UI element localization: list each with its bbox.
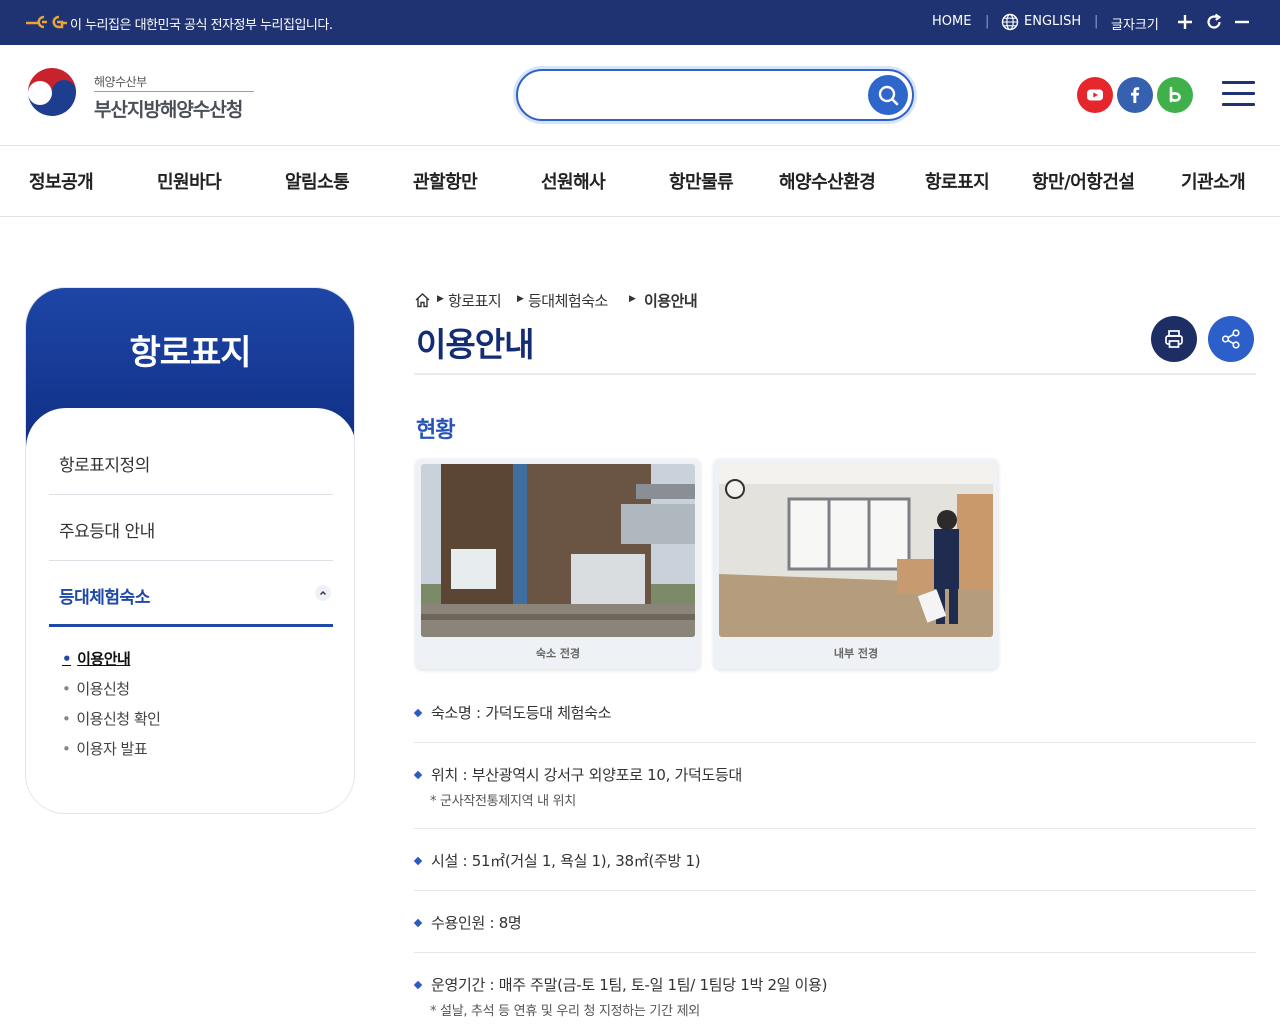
search-icon [878, 85, 899, 106]
interior-photo [719, 464, 993, 637]
main-nav: 정보공개 민원바다 알림소통 관할항만 선원해사 항만물류 해양수산환경 항로표… [0, 145, 1280, 217]
blog-button[interactable] [1157, 77, 1193, 113]
share-icon [1221, 329, 1240, 349]
info-text: 시설 : 51㎡(거실 1, 욕실 1), 38㎡(주방 1) [431, 852, 701, 870]
sub-item-check-application[interactable]: • 이용신청 확인 [62, 708, 161, 729]
print-button[interactable] [1151, 316, 1197, 362]
divider: | [1094, 14, 1099, 29]
egov-logo-icon [26, 15, 67, 29]
info-item: 시설 : 51㎡(거실 1, 욕실 1), 38㎡(주방 1) [413, 850, 1256, 891]
side-menu: 항로표지 항로표지정의 주요등대 안내 등대체험숙소 • 이용안내 • 이용신청 •… [25, 287, 355, 814]
side-item-lighthouse-stay[interactable]: 등대체험숙소 [49, 561, 333, 627]
share-button[interactable] [1208, 316, 1254, 362]
chevron-up-icon[interactable] [315, 585, 331, 601]
globe-icon [1001, 13, 1019, 31]
ministry-name: 해양수산부 [94, 75, 147, 89]
info-item: 운영기간 : 매주 주말(금-토 1팀, 토-일 1팀/ 1팀당 1박 2일 이… [413, 974, 1256, 1024]
taegeuk-emblem-icon[interactable] [24, 67, 80, 123]
sub-item-apply[interactable]: • 이용신청 [62, 678, 130, 699]
english-link[interactable]: ENGLISH [1024, 14, 1081, 29]
youtube-button[interactable] [1077, 77, 1113, 113]
side-menu-body: 항로표지정의 주요등대 안내 등대체험숙소 • 이용안내 • 이용신청 • 이용신청 … [26, 408, 354, 813]
diamond-bullet-icon [413, 918, 423, 928]
font-decrease-icon[interactable] [1233, 12, 1251, 32]
home-link[interactable]: HOME [932, 14, 971, 29]
breadcrumb-item[interactable]: 등대체험숙소 [528, 290, 608, 311]
facebook-button[interactable] [1117, 77, 1153, 113]
nav-item-marine-environment[interactable]: 해양수산환경 [779, 168, 876, 194]
info-text: 위치 : 부산광역시 강서구 외양포로 10, 가덕도등대 [431, 766, 743, 784]
nav-item-seafarers[interactable]: 선원해사 [541, 168, 606, 194]
side-menu-title: 항로표지 [129, 333, 251, 373]
breadcrumb-arrow-icon: ▶ [517, 294, 524, 304]
nav-item-construction[interactable]: 항만/어항건설 [1032, 168, 1135, 194]
info-item: 위치 : 부산광역시 강서구 외양포로 10, 가덕도등대 * 군사작전통제지역… [413, 764, 1256, 829]
blog-icon [1169, 86, 1181, 103]
facebook-icon [1131, 87, 1140, 103]
nav-item-logistics[interactable]: 항만물류 [669, 168, 734, 194]
gov-notice: 이 누리집은 대한민국 공식 전자정부 누리집입니다. [70, 18, 333, 33]
site-header: 해양수산부 부산지방해양수산청 [0, 45, 1280, 145]
nav-item-aids-to-navigation[interactable]: 항로표지 [925, 168, 990, 194]
breadcrumb-arrow-icon: ▶ [437, 294, 444, 304]
page-title: 이용안내 [416, 325, 534, 364]
side-item-label: 등대체험숙소 [59, 588, 150, 608]
menu-icon[interactable] [1222, 81, 1255, 107]
font-size-label: 글자크기 [1111, 18, 1159, 33]
info-note: * 설날, 추석 등 연휴 및 우리 청 지정하는 기간 제외 [430, 1004, 700, 1019]
search-bar [516, 69, 914, 121]
info-text: 숙소명 : 가덕도등대 체험숙소 [431, 704, 612, 722]
photo-caption: 숙소 전경 [535, 647, 581, 660]
font-increase-icon[interactable] [1176, 12, 1194, 32]
side-item-definition[interactable]: 항로표지정의 [49, 429, 333, 495]
gov-banner: 이 누리집은 대한민국 공식 전자정부 누리집입니다. HOME | ENGLI… [0, 0, 1280, 45]
home-icon[interactable] [414, 292, 431, 308]
side-item-label: 항로표지정의 [59, 456, 150, 476]
info-note: * 군사작전통제지역 내 위치 [430, 794, 576, 809]
nav-item-about[interactable]: 기관소개 [1181, 168, 1246, 194]
breadcrumb-item[interactable]: 항로표지 [448, 290, 502, 311]
youtube-icon [1087, 89, 1103, 101]
breadcrumb-arrow-icon: ▶ [629, 294, 636, 304]
breadcrumb-current: 이용안내 [644, 292, 698, 310]
nav-item-ports[interactable]: 관할항만 [413, 168, 478, 194]
diamond-bullet-icon [413, 980, 423, 990]
side-item-major-lighthouses[interactable]: 주요등대 안내 [49, 495, 333, 561]
search-button[interactable] [868, 75, 908, 115]
org-name-logo[interactable]: 부산지방해양수산청 [94, 95, 243, 122]
nav-item-civil-service[interactable]: 민원바다 [157, 168, 222, 194]
side-item-label: 주요등대 안내 [59, 522, 155, 542]
divider: | [985, 14, 990, 29]
info-text: 운영기간 : 매주 주말(금-토 1팀, 토-일 1팀/ 1팀당 1박 2일 이… [431, 976, 828, 994]
photo-card-exterior: 숙소 전경 [416, 459, 700, 669]
sub-item-usage-guide[interactable]: • 이용안내 [62, 648, 131, 669]
diamond-bullet-icon [413, 770, 423, 780]
nav-item-news[interactable]: 알림소통 [285, 168, 350, 194]
exterior-photo [421, 464, 695, 637]
diamond-bullet-icon [413, 856, 423, 866]
section-heading: 현황 [416, 418, 455, 443]
nav-item-info-disclosure[interactable]: 정보공개 [29, 168, 94, 194]
diamond-bullet-icon [413, 708, 423, 718]
info-item: 수용인원 : 8명 [413, 912, 1256, 953]
sub-item-announcement[interactable]: • 이용자 발표 [62, 738, 148, 759]
info-item: 숙소명 : 가덕도등대 체험숙소 [413, 702, 1256, 743]
font-reset-icon[interactable] [1205, 12, 1223, 32]
search-input[interactable] [538, 83, 858, 109]
logo-divider [94, 91, 254, 92]
photo-caption: 내부 전경 [833, 647, 879, 660]
info-text: 수용인원 : 8명 [431, 914, 522, 932]
title-divider [414, 373, 1256, 375]
photo-card-interior: 내부 전경 [714, 459, 998, 669]
printer-icon [1165, 330, 1183, 348]
